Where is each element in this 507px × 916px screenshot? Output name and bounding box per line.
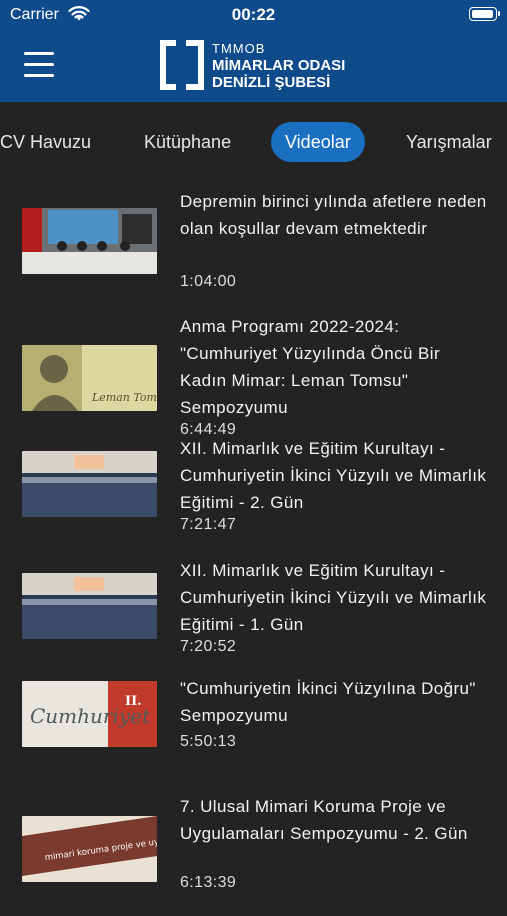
video-duration: 6:13:39 xyxy=(180,874,237,891)
video-duration: 7:20:52 xyxy=(180,638,237,655)
video-thumbnail: Leman Tomsu xyxy=(22,345,157,411)
thumbnail-badge: II. xyxy=(125,694,142,709)
logo-line-2: MİMARLAR ODASI xyxy=(212,56,346,74)
video-duration: 1:04:00 xyxy=(180,273,237,290)
tab-cv-havuzu[interactable]: CV Havuzu xyxy=(0,122,91,162)
tab-videolar[interactable]: Videolar xyxy=(271,122,365,162)
video-duration: 7:21:47 xyxy=(180,516,237,533)
video-title: Anma Programı 2022-2024: "Cumhuriyet Yüz… xyxy=(180,317,441,417)
tab-kutuphane[interactable]: Kütüphane xyxy=(144,122,231,162)
chamber-logo: TMMOB MİMARLAR ODASI DENİZLİ ŞUBESİ xyxy=(160,38,345,92)
video-thumbnail xyxy=(22,451,157,517)
video-item[interactable]: mimari koruma proje ve uygulamaları 7. U… xyxy=(0,796,507,916)
category-tabs: CV Havuzu Kütüphane Videolar Yarışmalar xyxy=(0,102,507,180)
thumbnail-caption: Leman Tomsu xyxy=(91,391,157,404)
video-title: 7. Ulusal Mimari Koruma Proje ve Uygulam… xyxy=(180,797,468,843)
video-item[interactable]: XII. Mimarlık ve Eğitim Kurultayı - Cumh… xyxy=(0,435,507,555)
video-title: XII. Mimarlık ve Eğitim Kurultayı - Cumh… xyxy=(180,561,487,634)
video-title: Depremin birinci yılında afetlere neden … xyxy=(180,192,487,238)
logo-line-1: TMMOB xyxy=(212,40,266,56)
video-thumbnail xyxy=(22,573,157,639)
nav-bar: TMMOB MİMARLAR ODASI DENİZLİ ŞUBESİ xyxy=(0,30,507,102)
video-item[interactable]: XII. Mimarlık ve Eğitim Kurultayı - Cumh… xyxy=(0,557,507,677)
video-duration: 5:50:13 xyxy=(180,733,237,750)
video-thumbnail xyxy=(22,208,157,274)
tab-yarismalar[interactable]: Yarışmalar xyxy=(406,122,492,162)
logo-mark-icon xyxy=(160,40,204,90)
logo-line-3: DENİZLİ ŞUBESİ xyxy=(212,73,331,91)
video-title: "Cumhuriyetin İkinci Yüzyılına Doğru" Se… xyxy=(180,679,476,725)
logo-text: TMMOB MİMARLAR ODASI DENİZLİ ŞUBESİ xyxy=(212,40,345,91)
status-bar: Carrier 00:22 xyxy=(0,0,507,30)
battery-icon xyxy=(469,7,500,21)
video-title: XII. Mimarlık ve Eğitim Kurultayı - Cumh… xyxy=(180,439,487,512)
hamburger-menu-icon[interactable] xyxy=(24,52,54,78)
video-item[interactable]: Cumhuriyet II. "Cumhuriyetin İkinci Yüzy… xyxy=(0,679,507,799)
video-item[interactable]: Leman Tomsu Anma Programı 2022-2024: "Cu… xyxy=(0,313,507,438)
video-item[interactable]: Depremin birinci yılında afetlere neden … xyxy=(0,180,507,300)
video-thumbnail: Cumhuriyet II. xyxy=(22,681,157,747)
clock: 00:22 xyxy=(231,5,276,24)
video-thumbnail: mimari koruma proje ve uygulamaları xyxy=(22,816,157,882)
